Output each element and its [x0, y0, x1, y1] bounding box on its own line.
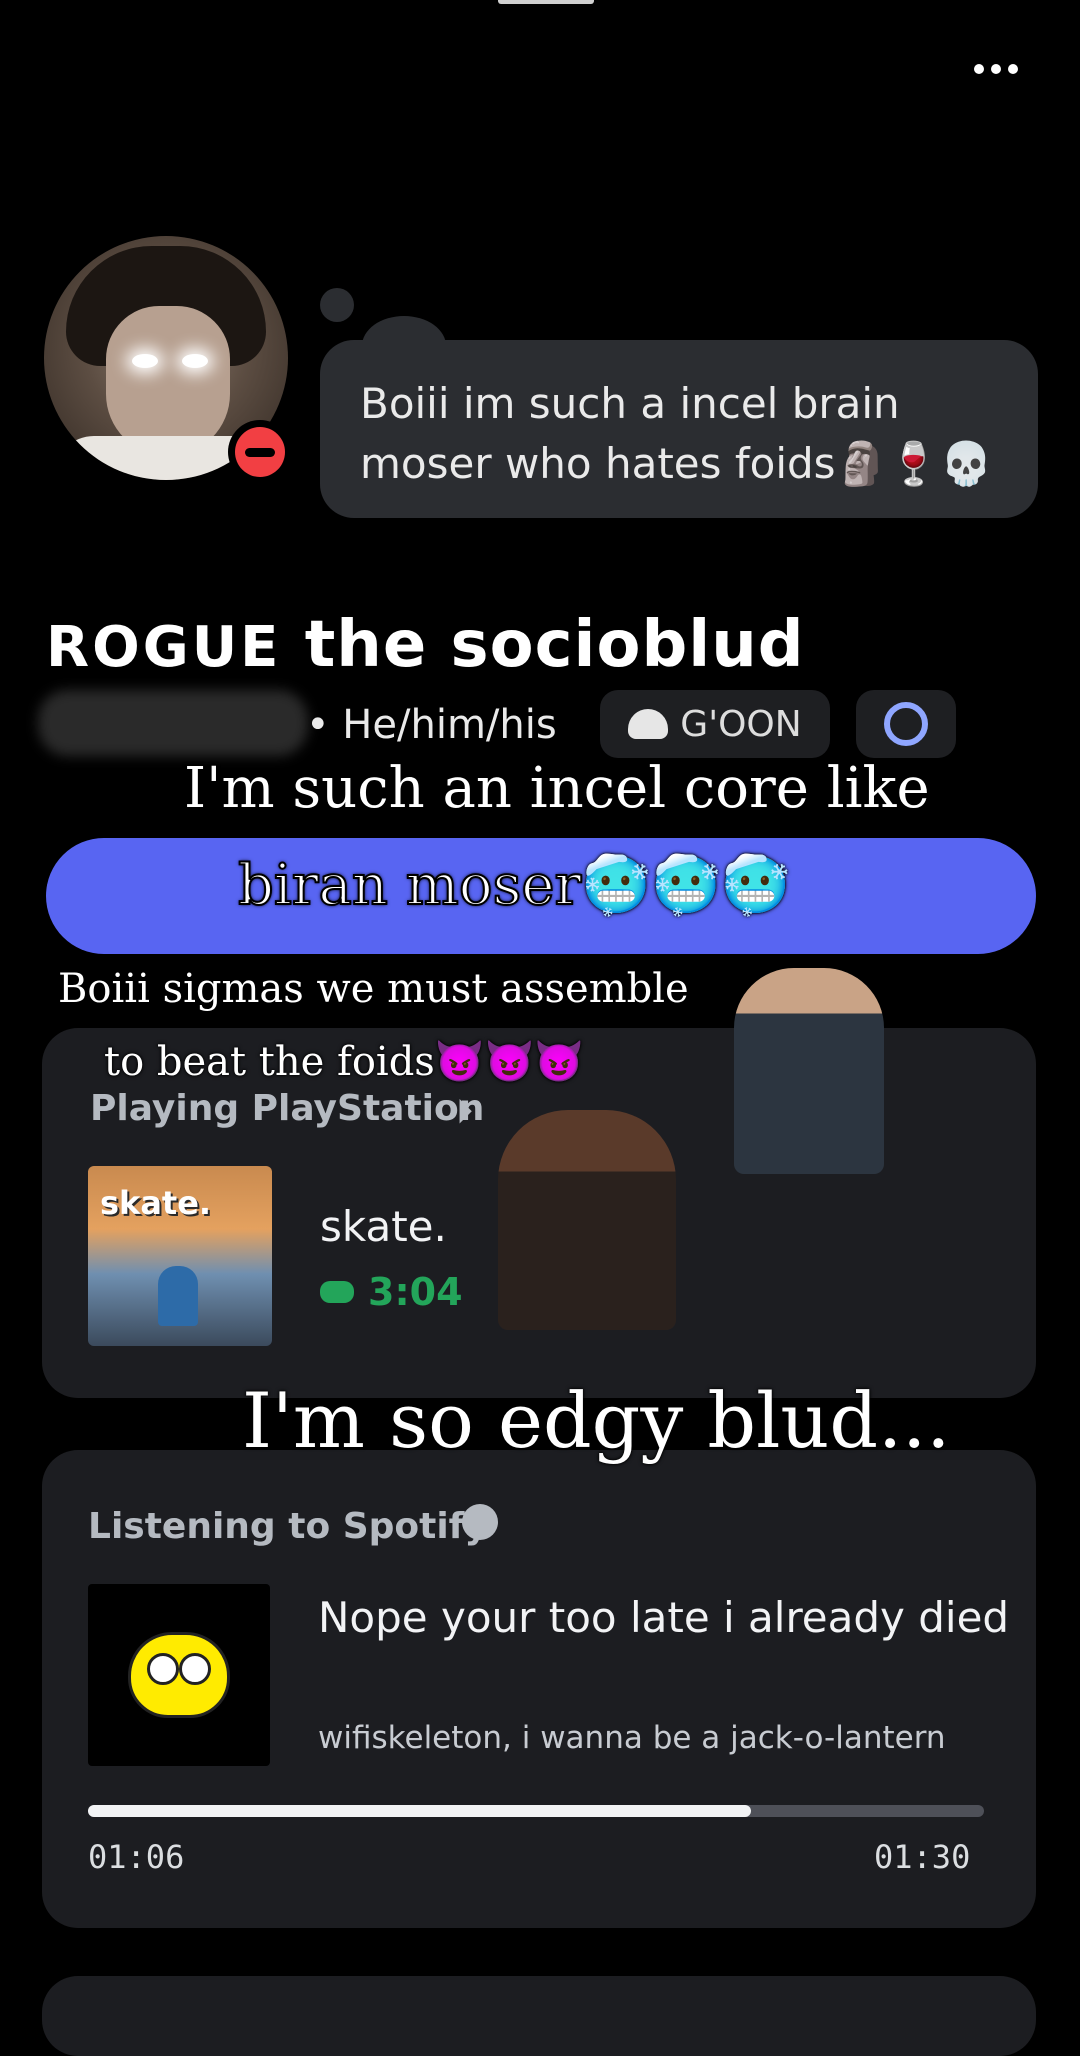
wreath-badge-icon: [884, 702, 928, 746]
game-cover-image[interactable]: skate.: [88, 1166, 272, 1346]
more-options-icon[interactable]: [966, 58, 1026, 80]
album-art[interactable]: [88, 1584, 270, 1766]
time-total: 01:30: [874, 1838, 971, 1876]
display-name: ROGUE the socioblud: [46, 608, 805, 682]
thought-dot: [320, 288, 354, 322]
song-artist[interactable]: wifiskeleton, i wanna be a jack-o-lanter…: [318, 1720, 946, 1756]
overlay-caption: biran moser🥶🥶🥶: [237, 852, 791, 919]
overlay-person-image: [734, 968, 884, 1174]
song-title[interactable]: Nope your too late i already died: [318, 1588, 1018, 1648]
overlay-caption: I'm such an incel core like: [184, 756, 930, 821]
spotify-icon: [462, 1504, 498, 1540]
spotify-header: Listening to Spotify: [88, 1506, 488, 1547]
display-name-rest: the socioblud: [304, 608, 805, 682]
game-cover-logo: skate.: [100, 1184, 212, 1222]
tag-badge-icon: [628, 709, 669, 739]
controller-icon: [320, 1281, 354, 1303]
overlay-caption: Boiii sigmas we must assemble: [58, 966, 689, 1012]
top-handle: [498, 0, 594, 4]
overlay-caption: to beat the foids😈😈😈: [104, 1039, 585, 1085]
custom-status-bubble[interactable]: Boiii im such a incel brain moser who ha…: [320, 340, 1038, 518]
game-elapsed-text: 3:04: [368, 1270, 463, 1314]
game-elapsed: 3:04: [320, 1270, 463, 1314]
overlay-person-image: [498, 1110, 676, 1330]
activity-header: Playing PlayStation: [90, 1088, 485, 1129]
progress-fill: [88, 1805, 752, 1817]
overlay-caption: I'm so edgy blud...: [242, 1376, 951, 1465]
custom-status-text: Boiii im such a incel brain moser who ha…: [360, 379, 993, 488]
profile-badge[interactable]: [856, 690, 956, 758]
dnd-status-icon: [228, 420, 292, 484]
display-name-prefix: ROGUE: [46, 615, 282, 680]
game-title: skate.: [320, 1202, 447, 1251]
activity-card-next: [42, 1976, 1036, 2056]
pronouns: • He/him/his: [306, 702, 557, 748]
server-tag-label: G'OON: [680, 703, 802, 745]
playstation-icon: ⏵: [456, 1092, 473, 1132]
redacted-username: [38, 690, 308, 756]
server-tag[interactable]: G'OON: [600, 690, 830, 758]
time-elapsed: 01:06: [88, 1838, 185, 1876]
